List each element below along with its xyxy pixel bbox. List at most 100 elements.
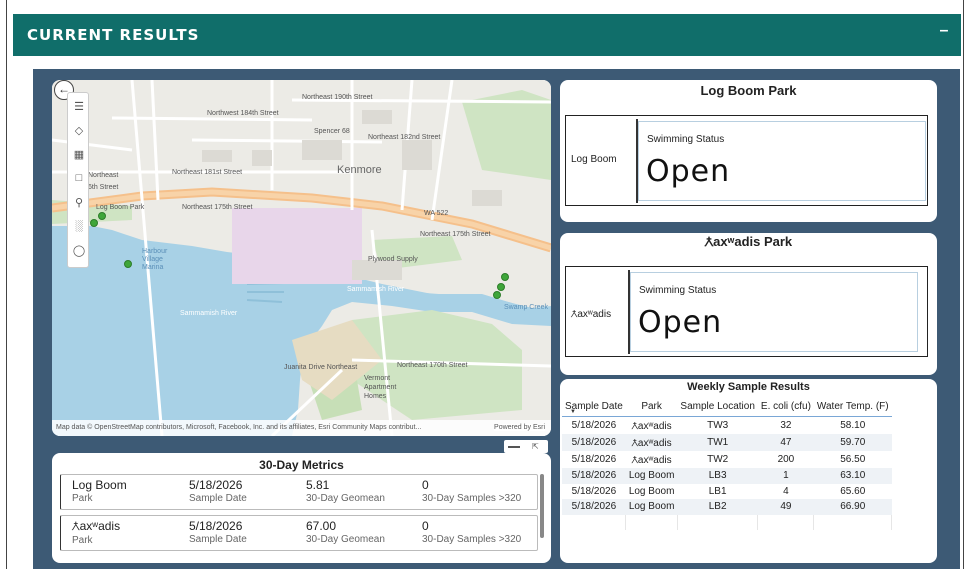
cell-temp: 56.50 bbox=[840, 454, 866, 465]
table-row-empty bbox=[562, 514, 893, 530]
cell-date: 5/18/2026 bbox=[562, 434, 626, 451]
swimming-status-value: Open bbox=[646, 154, 731, 189]
cell-ecoli: 32 bbox=[780, 420, 792, 431]
metric-samples-label: 30-Day Samples >320 bbox=[422, 534, 522, 545]
map-marker-log-boom-1[interactable] bbox=[98, 212, 106, 220]
table-row[interactable]: 5/18/2026 Ƛaxʷadis TW3 32 58.10 bbox=[562, 417, 892, 435]
map-label-ne-170th: Northeast 170th Street bbox=[397, 362, 468, 369]
park-status-card-laxwadis: Ƛaxʷadis Park Ƛaxʷadis Swimming Status O… bbox=[560, 233, 937, 375]
cell-park: Ƛaxʷadis bbox=[631, 455, 672, 466]
map-marker-log-boom-3[interactable] bbox=[124, 260, 132, 268]
cell-location: LB1 bbox=[708, 485, 727, 497]
map-label-spencer: Spencer 68 bbox=[314, 128, 350, 135]
weekly-results-table: Sample Date Park Sample Location E. coli… bbox=[562, 397, 893, 530]
metric-park-label: Park bbox=[72, 493, 93, 504]
map-marker-laxwadis-2[interactable] bbox=[497, 283, 505, 291]
menu-icon[interactable]: ☰ bbox=[68, 96, 90, 116]
cell-date: 5/18/2026 bbox=[571, 454, 617, 465]
cell-location: TW2 bbox=[707, 454, 729, 465]
metric-geomean: 5.81 bbox=[306, 478, 330, 492]
cell-location: LB3 bbox=[677, 468, 758, 484]
section-title: CURRENT RESULTS bbox=[27, 26, 200, 44]
metric-samples-label: 30-Day Samples >320 bbox=[422, 493, 522, 504]
table-header-row: Sample Date Park Sample Location E. coli… bbox=[562, 397, 892, 417]
metrics-scrollbar[interactable] bbox=[540, 474, 544, 538]
map-canvas[interactable] bbox=[52, 80, 551, 436]
col-header-ecoli[interactable]: E. coli (cfu) bbox=[757, 397, 814, 417]
map-label-vermont: Vermont Apartment Homes bbox=[364, 375, 397, 400]
metric-samples: 0 bbox=[422, 519, 429, 533]
cell-date: 5/18/2026 bbox=[571, 420, 617, 431]
col-header-sample-location[interactable]: Sample Location bbox=[677, 397, 758, 417]
layers-icon[interactable]: ◇ bbox=[68, 120, 90, 140]
cell-park: Ƛaxʷadis bbox=[625, 434, 678, 451]
map-marker-log-boom-2[interactable] bbox=[90, 219, 98, 227]
col-header-park[interactable]: Park bbox=[625, 397, 678, 417]
cell-location: LB2 bbox=[677, 499, 758, 515]
map-label-juanita: Juanita Drive Northeast bbox=[284, 364, 358, 371]
map-label-ne-190th: Northeast 190th Street bbox=[302, 94, 373, 101]
table-row[interactable]: 5/18/2026 Ƛaxʷadis TW2 200 56.50 bbox=[562, 451, 892, 468]
sort-descending-icon[interactable]: ▼ bbox=[570, 409, 576, 415]
expand-icon[interactable]: ⇱ bbox=[532, 442, 539, 451]
search-icon[interactable]: ⚲ bbox=[68, 192, 90, 212]
metrics-row-log-boom[interactable]: Log Boom Park 5/18/2026 Sample Date 5.81 30… bbox=[60, 474, 538, 510]
status-card: Swimming Status Open bbox=[638, 121, 926, 201]
metrics-row-laxwadis[interactable]: Ƛaxʷadis Park 5/18/2026 Sample Date 67.00 3… bbox=[60, 515, 538, 551]
status-card: Swimming Status Open bbox=[630, 272, 918, 352]
table-row[interactable]: 5/18/2026 Log Boom LB2 49 66.90 bbox=[562, 499, 892, 515]
park-status-card-log-boom: Log Boom Park Log Boom Swimming Status O… bbox=[560, 80, 937, 222]
map-label-northeast: Northeast bbox=[88, 172, 119, 179]
map-panel[interactable]: Kenmore Spencer 68 Northeast 182nd Stree… bbox=[52, 80, 551, 436]
status-park-label: Ƛaxʷadis bbox=[571, 309, 612, 320]
map-label-harbour: Harbour Village Marina bbox=[142, 248, 168, 271]
person-icon[interactable]: ◯ bbox=[68, 240, 90, 260]
cell-date: 5/18/2026 bbox=[562, 468, 626, 484]
map-label-ne-175th: Northeast 175th Street bbox=[182, 204, 253, 211]
map-marker-laxwadis-1[interactable] bbox=[501, 273, 509, 281]
metric-park-label: Park bbox=[72, 535, 93, 546]
weekly-results-panel: Weekly Sample Results Sample Date Park S… bbox=[560, 379, 937, 563]
cell-park: Log Boom bbox=[625, 499, 678, 515]
map-label-wa522: WA 522 bbox=[424, 210, 449, 217]
map-label-kenmore: Kenmore bbox=[337, 164, 382, 176]
powered-by-esri[interactable]: Powered by Esri bbox=[494, 424, 545, 431]
weekly-title: Weekly Sample Results bbox=[687, 381, 810, 393]
map-marker-laxwadis-3[interactable] bbox=[493, 291, 501, 299]
select-icon[interactable]: □ bbox=[68, 168, 90, 188]
status-box: Ƛaxʷadis Swimming Status Open bbox=[565, 266, 928, 357]
collapse-button[interactable]: – bbox=[935, 22, 953, 40]
col-header-water-temp[interactable]: Water Temp. (F) bbox=[813, 397, 892, 417]
cell-temp: 66.90 bbox=[813, 499, 892, 515]
map-toolbar: ☰ ◇ ▦ □ ⚲ ░ ◯ bbox=[67, 92, 89, 268]
cell-ecoli: 49 bbox=[757, 499, 814, 515]
cell-date: 5/18/2026 bbox=[571, 485, 617, 497]
metric-park: Log Boom bbox=[72, 478, 127, 492]
map-attribution: Map data © OpenStreetMap contributors, M… bbox=[52, 420, 551, 436]
map-label-plywood: Plywood Supply bbox=[368, 256, 418, 263]
status-box: Log Boom Swimming Status Open bbox=[565, 115, 928, 206]
cell-temp: 59.70 bbox=[813, 434, 892, 451]
metric-geomean-label: 30-Day Geomean bbox=[306, 493, 385, 504]
metric-park: Ƛaxʷadis bbox=[72, 519, 121, 533]
section-header: CURRENT RESULTS – bbox=[13, 14, 961, 56]
cell-park: Log Boom bbox=[628, 485, 675, 497]
basemap-icon[interactable]: ▦ bbox=[68, 144, 90, 164]
table-row[interactable]: 5/18/2026 Log Boom LB1 4 65.60 bbox=[562, 484, 892, 500]
legend-icon[interactable]: ░ bbox=[68, 216, 90, 236]
cell-ecoli: 4 bbox=[783, 485, 789, 497]
map-attribution-text: Map data © OpenStreetMap contributors, M… bbox=[56, 424, 422, 431]
minimize-icon[interactable] bbox=[508, 446, 520, 448]
table-row[interactable]: 5/18/2026 Ƛaxʷadis TW1 47 59.70 bbox=[562, 434, 892, 451]
swimming-status-value: Open bbox=[638, 305, 723, 340]
visual-header-controls[interactable]: ⇱ bbox=[504, 440, 548, 453]
cell-ecoli: 200 bbox=[777, 454, 795, 465]
map-label-ne-184th: Northwest 184th Street bbox=[207, 110, 279, 117]
map-label-ne-181st: Northeast 181st Street bbox=[172, 169, 243, 176]
metrics-title: 30-Day Metrics bbox=[259, 458, 344, 472]
map-label-ne-175th-b: Northeast 175th Street bbox=[420, 231, 491, 238]
metric-samples: 0 bbox=[422, 478, 429, 492]
park-title: Log Boom Park bbox=[700, 83, 797, 98]
park-title: Ƛaxʷadis Park bbox=[704, 234, 793, 249]
table-row[interactable]: 5/18/2026 Log Boom LB3 1 63.10 bbox=[562, 468, 892, 484]
